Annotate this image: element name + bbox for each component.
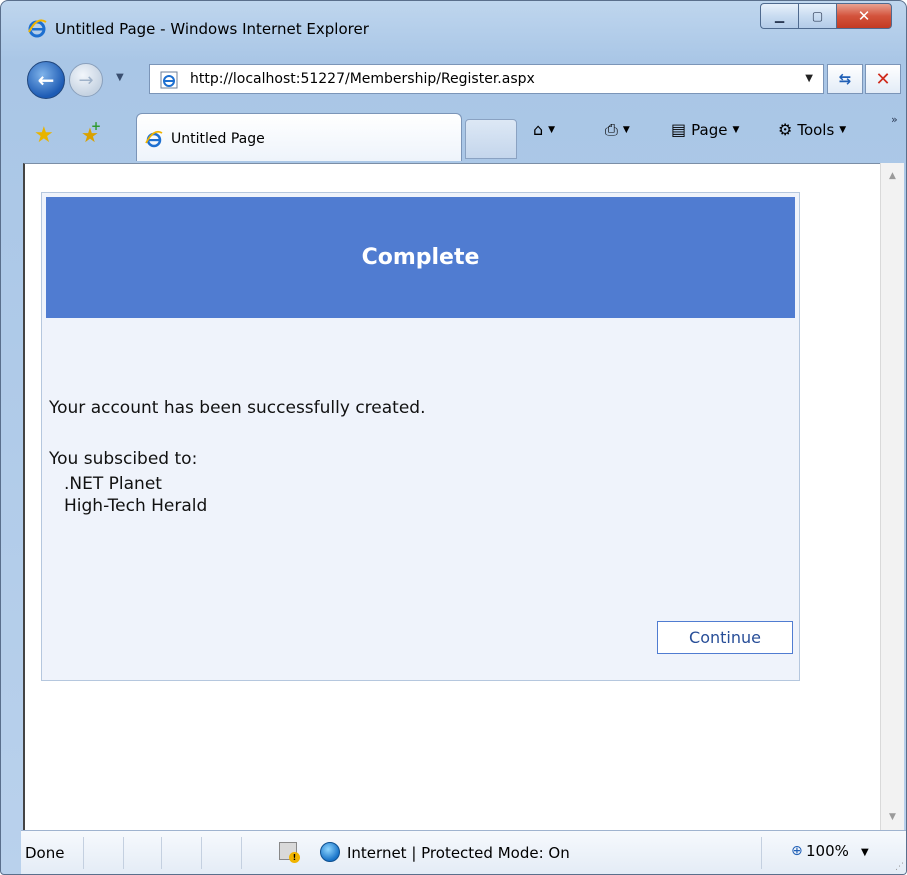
scroll-down-icon[interactable]: ▼ [889, 812, 896, 822]
status-divider [241, 837, 242, 869]
print-dropdown-icon[interactable]: ▼ [623, 125, 630, 135]
zoom-icon: ⊕ [791, 843, 803, 859]
maximize-button[interactable]: ▢ [798, 3, 836, 29]
refresh-icon: ⇆ [838, 70, 852, 88]
subscriptions-label: You subscibed to: [49, 449, 198, 469]
tab-label: Untitled Page [171, 131, 265, 147]
security-zone-text[interactable]: Internet | Protected Mode: On [347, 844, 570, 862]
back-arrow-icon: ← [37, 68, 55, 92]
status-divider [201, 837, 202, 869]
subscription-item: .NET Planet [64, 474, 162, 494]
title-bar: Untitled Page - Windows Internet Explore… [1, 1, 906, 53]
subscription-item: High-Tech Herald [64, 496, 208, 516]
status-divider [161, 837, 162, 869]
new-tab-button[interactable] [465, 119, 517, 159]
add-favorites-icon[interactable]: ★ + [81, 119, 101, 147]
forward-button[interactable]: → [69, 63, 103, 97]
tools-menu-label: Tools [797, 120, 835, 139]
tools-dropdown-icon: ▼ [839, 124, 847, 135]
window-title: Untitled Page - Windows Internet Explore… [55, 20, 369, 38]
page-icon: ▤ [671, 120, 687, 139]
page-content: Complete Your account has been successfu… [23, 163, 880, 830]
home-button[interactable]: ⌂ ▼ [533, 120, 555, 139]
tab-bar: ★ ★ + Untitled Page ⌂ ▼ ⎙ ▼ ▤ Page ▼ ⚙ To… [1, 105, 906, 161]
subscriptions-list: .NET Planet High-Tech Herald [64, 473, 207, 517]
maximize-icon: ▢ [811, 9, 824, 23]
security-report-icon[interactable]: ! [279, 842, 300, 863]
more-commands-icon[interactable]: » [891, 113, 898, 126]
stop-button[interactable]: ✕ [865, 64, 901, 94]
wizard-header: Complete [46, 197, 795, 318]
tab-untitled-page[interactable]: Untitled Page [136, 113, 462, 161]
navigation-bar: ← → ▼ http://localhost:51227/Membership/… [1, 53, 906, 103]
page-ie-icon [160, 71, 178, 89]
home-icon: ⌂ [533, 120, 544, 139]
history-dropdown-icon[interactable]: ▼ [116, 72, 124, 83]
status-divider [761, 837, 762, 869]
print-button[interactable]: ⎙ ▼ [605, 120, 630, 140]
minimize-icon: ▁ [774, 9, 785, 23]
tools-menu[interactable]: ⚙ Tools ▼ [778, 120, 846, 139]
tab-ie-icon [145, 130, 163, 148]
internet-zone-icon [320, 842, 340, 862]
favorites-star-icon[interactable]: ★ [34, 123, 54, 148]
status-divider [83, 837, 84, 869]
close-button[interactable]: ✕ [836, 3, 892, 29]
address-dropdown-icon[interactable]: ▼ [805, 73, 813, 84]
zoom-dropdown-icon[interactable]: ▼ [861, 847, 869, 858]
home-dropdown-icon[interactable]: ▼ [548, 125, 555, 135]
scroll-up-icon[interactable]: ▲ [889, 171, 896, 181]
stop-icon: ✕ [875, 68, 891, 90]
address-url[interactable]: http://localhost:51227/Membership/Regist… [190, 71, 535, 87]
back-button[interactable]: ← [27, 61, 65, 99]
registration-wizard: Complete Your account has been successfu… [41, 192, 800, 681]
refresh-button[interactable]: ⇆ [827, 64, 863, 94]
printer-icon: ⎙ [605, 120, 618, 139]
page-menu-label: Page [691, 120, 728, 139]
ie-logo-icon [28, 19, 47, 38]
resize-grip-icon[interactable]: ⋰ [895, 862, 904, 872]
page-menu[interactable]: ▤ Page ▼ [671, 120, 739, 139]
close-icon: ✕ [857, 7, 871, 25]
address-bar[interactable]: http://localhost:51227/Membership/Regist… [149, 64, 824, 94]
window-controls: ▁ ▢ ✕ [760, 3, 892, 33]
browser-window: Untitled Page - Windows Internet Explore… [0, 0, 907, 875]
zoom-level[interactable]: 100% [806, 842, 849, 860]
status-text: Done [25, 844, 65, 862]
vertical-scrollbar[interactable]: ▲ ▼ [880, 163, 904, 830]
page-dropdown-icon: ▼ [732, 124, 740, 135]
status-bar: Done ! Internet | Protected Mode: On ⊕ 1… [21, 830, 906, 874]
success-message: Your account has been successfully creat… [49, 398, 426, 418]
continue-button[interactable]: Continue [657, 621, 793, 654]
gear-icon: ⚙ [778, 120, 793, 139]
status-divider [123, 837, 124, 869]
forward-arrow-icon: → [78, 69, 94, 91]
minimize-button[interactable]: ▁ [760, 3, 798, 29]
